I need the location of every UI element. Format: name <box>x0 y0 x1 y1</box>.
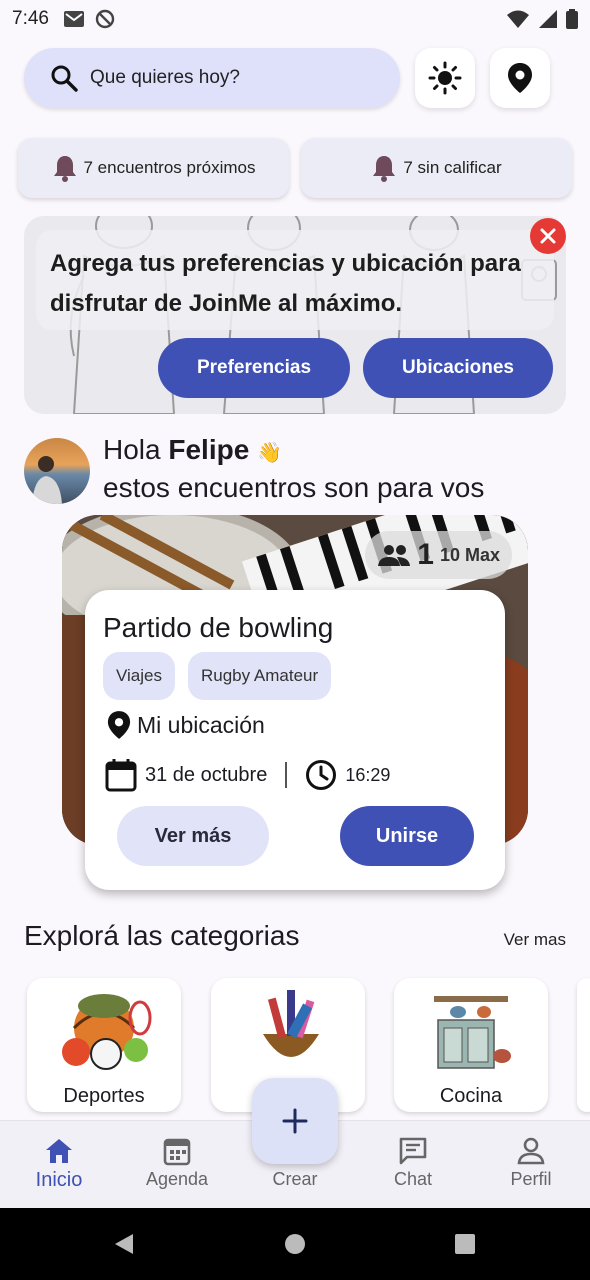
search-icon <box>51 65 78 92</box>
max-participants: 10 Max <box>439 544 500 565</box>
battery-icon <box>566 9 578 29</box>
plus-icon <box>282 1108 308 1134</box>
bell-icon <box>53 156 76 182</box>
home-icon <box>46 1139 72 1163</box>
nav-item-inicio[interactable]: Inicio <box>0 1121 118 1209</box>
event-time: 16:29 <box>345 764 391 785</box>
nav-item-agenda[interactable]: Agenda <box>118 1121 236 1209</box>
participant-count: 1 <box>417 538 434 571</box>
avatar-photo <box>32 456 62 504</box>
nav-item-chat[interactable]: Chat <box>354 1121 472 1209</box>
close-banner-button[interactable] <box>530 218 566 254</box>
paintbrush-icon <box>263 990 319 1057</box>
nav-label: Agenda <box>145 1169 209 1189</box>
capacity-badge: 1 10 Max <box>365 531 512 579</box>
sports-icon <box>62 994 152 1070</box>
setup-banner: Agrega tus preferencias y ubicación para… <box>24 216 566 414</box>
avatar[interactable] <box>24 438 90 504</box>
event-title: Partido de bowling <box>103 612 334 643</box>
back-icon[interactable] <box>113 1232 135 1256</box>
brightness-icon <box>428 61 462 95</box>
category-label: Deportes <box>63 1085 145 1107</box>
banner-message: Agrega tus preferencias y ubicación para… <box>36 230 554 330</box>
group-icon <box>378 545 411 566</box>
kitchen-icon <box>434 996 511 1069</box>
system-nav-bar <box>0 1208 590 1280</box>
wave-emoji: 👋 <box>257 442 282 464</box>
category-card-sports[interactable]: Deportes <box>27 978 181 1112</box>
join-button[interactable]: Unirse <box>340 806 474 866</box>
categories-title: Explorá las categorias <box>24 920 300 951</box>
search-placeholder: Que quieres hoy? <box>90 67 240 88</box>
clock-icon <box>306 760 337 790</box>
event-datetime: 31 de octubre 16:29 <box>105 758 390 792</box>
status-time: 7:46 <box>12 8 49 29</box>
greeting-title: Hola Felipe 👋 <box>103 434 282 466</box>
upcoming-meetups-label: 7 encuentros próximos <box>83 158 256 177</box>
person-icon <box>517 1137 545 1165</box>
event-tag: Rugby Amateur <box>188 652 332 700</box>
location-pin-icon <box>508 63 532 93</box>
status-bar: 7:46 <box>0 0 590 38</box>
unrated-meetups-label: 7 sin calificar <box>403 158 502 177</box>
unrated-meetups-card[interactable]: 7 sin calificar <box>301 138 572 198</box>
bell-icon <box>373 156 396 182</box>
calendar-icon <box>163 1138 191 1166</box>
divider <box>285 762 288 788</box>
upcoming-meetups-card[interactable]: 7 encuentros próximos <box>18 138 289 198</box>
signal-icon <box>539 10 557 28</box>
category-card-cooking[interactable]: Cocina <box>394 978 548 1112</box>
event-location: Mi ubicación <box>107 710 265 740</box>
preferences-button[interactable]: Preferencias <box>158 338 350 398</box>
location-pin-icon <box>107 711 131 739</box>
create-fab-button[interactable] <box>252 1078 338 1164</box>
user-name: Felipe <box>168 434 250 465</box>
nav-label: Crear <box>272 1169 318 1189</box>
home-circle-icon[interactable] <box>284 1233 306 1255</box>
nav-label: Inicio <box>35 1169 83 1191</box>
search-bar[interactable]: Que quieres hoy? <box>24 48 400 108</box>
locations-button[interactable]: Ubicaciones <box>363 338 553 398</box>
nav-label: Chat <box>393 1169 433 1189</box>
event-location-label: Mi ubicación <box>137 711 265 738</box>
recents-icon[interactable] <box>454 1233 476 1255</box>
calendar-icon <box>105 759 137 792</box>
location-button[interactable] <box>490 48 550 108</box>
greeting-subtitle: estos encuentros son para vos <box>103 472 485 503</box>
event-tag: Viajes <box>103 652 175 700</box>
event-card[interactable]: Partido de bowling Viajes Rugby Amateur … <box>85 590 505 890</box>
event-date: 31 de octubre <box>145 763 268 786</box>
wifi-icon <box>507 10 529 28</box>
category-label: Cocina <box>439 1085 503 1107</box>
category-card-partial[interactable] <box>577 978 590 1112</box>
nav-label: Perfil <box>510 1169 552 1189</box>
theme-toggle-button[interactable] <box>415 48 475 108</box>
greeting-hello: Hola <box>103 434 161 465</box>
see-more-button[interactable]: Ver más <box>117 806 269 866</box>
chat-icon <box>399 1137 427 1165</box>
dnd-icon <box>95 9 115 29</box>
nav-item-perfil[interactable]: Perfil <box>472 1121 590 1209</box>
categories-see-more-link[interactable]: Ver mas <box>504 930 566 950</box>
gmail-icon <box>63 11 84 27</box>
close-icon <box>540 228 556 244</box>
